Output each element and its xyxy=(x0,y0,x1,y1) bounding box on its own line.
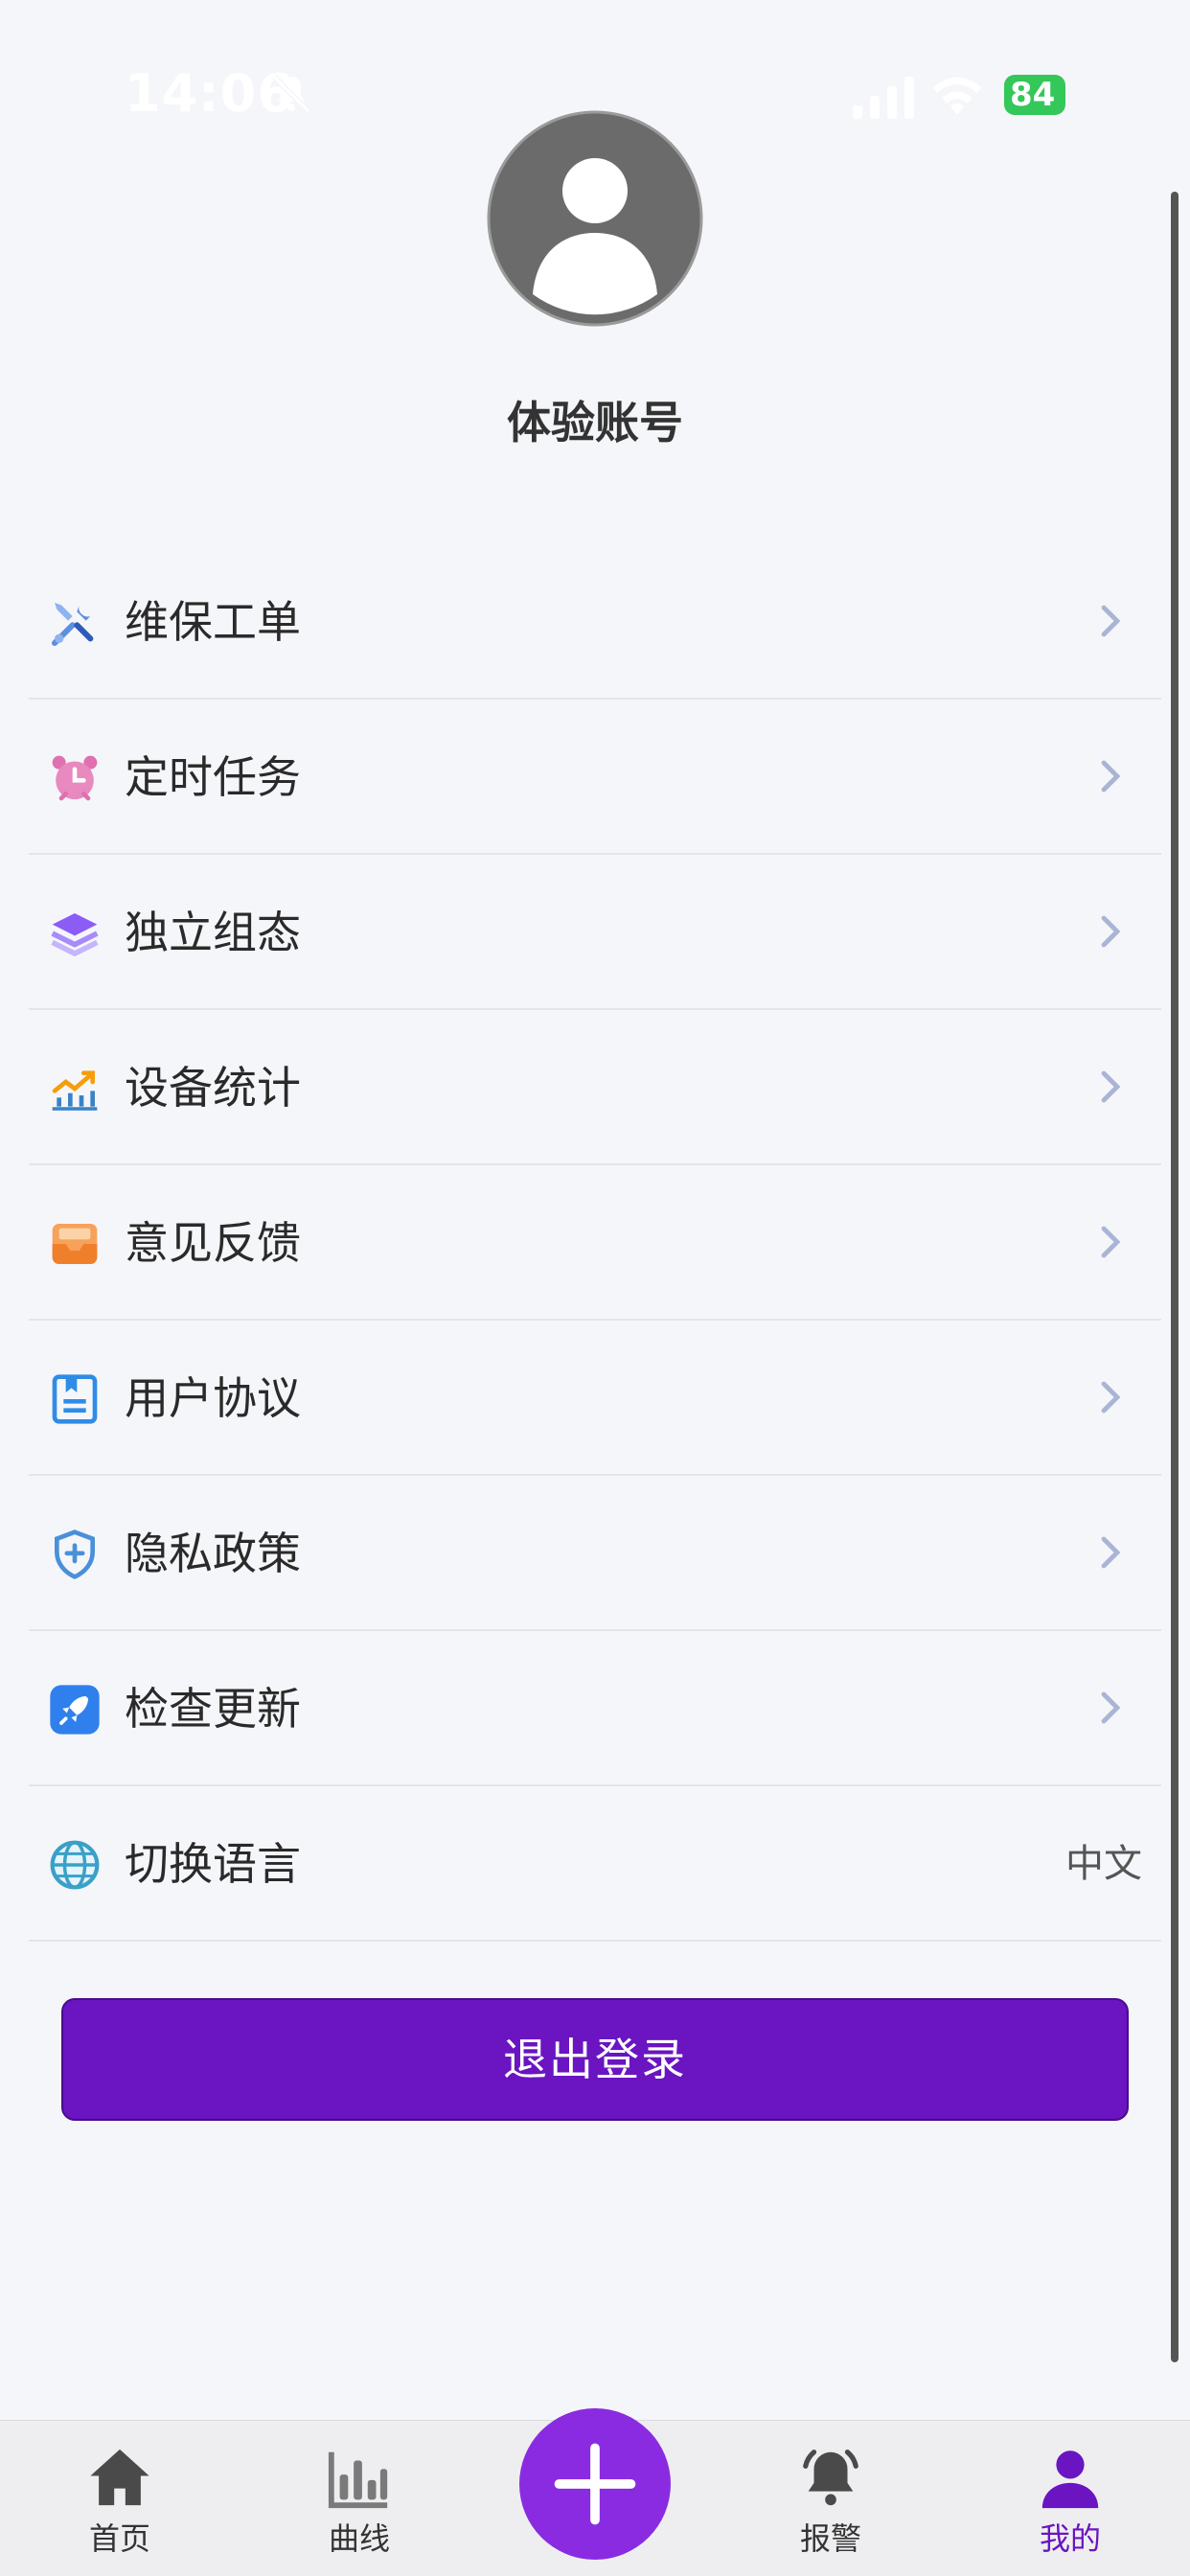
menu-item-label: 隐私政策 xyxy=(125,1528,301,1579)
menu-item-label: 独立组态 xyxy=(125,907,301,958)
menu-item-privacy-policy[interactable]: 隐私政策 xyxy=(29,1476,1161,1631)
current-language: 中文 xyxy=(1065,1842,1142,1886)
tab-alarm[interactable]: 报警 xyxy=(735,2421,927,2576)
globe-icon xyxy=(50,1840,100,1890)
menu-item-label: 定时任务 xyxy=(125,751,301,803)
bell-off-icon xyxy=(271,74,311,114)
tab-home[interactable]: 首页 xyxy=(24,2421,216,2576)
chevron-right-icon xyxy=(1101,1536,1121,1569)
chevron-right-icon xyxy=(1101,1691,1121,1724)
shield-icon xyxy=(55,1530,95,1579)
battery-indicator: 84 xyxy=(1004,75,1065,115)
tab-label: 我的 xyxy=(1039,2520,1101,2557)
menu-item-label: 用户协议 xyxy=(125,1372,301,1424)
logout-button[interactable]: 退出登录 xyxy=(61,1998,1129,2121)
layers-icon xyxy=(51,913,99,956)
profile-screen: 14:06 84 体验账号 维保工单 定时任务 独立组态 设备统计 意见反馈 用… xyxy=(0,0,1190,2576)
document-icon xyxy=(52,1374,98,1424)
alarm-clock-icon xyxy=(52,755,98,801)
chevron-right-icon xyxy=(1101,760,1121,793)
bell-icon xyxy=(803,2450,858,2506)
tab-label: 首页 xyxy=(88,2520,150,2557)
chart-trend-icon xyxy=(52,1070,98,1111)
menu-item-maintenance-orders[interactable]: 维保工单 xyxy=(29,544,1161,700)
menu-item-device-statistics[interactable]: 设备统计 xyxy=(29,1010,1161,1165)
menu-item-feedback[interactable]: 意见反馈 xyxy=(29,1165,1161,1321)
menu-item-label: 意见反馈 xyxy=(125,1217,301,1269)
chevron-right-icon xyxy=(1101,1381,1121,1414)
menu-item-label: 检查更新 xyxy=(125,1683,301,1735)
avatar[interactable] xyxy=(487,110,703,327)
signal-icon xyxy=(853,77,914,119)
menu-item-user-agreement[interactable]: 用户协议 xyxy=(29,1321,1161,1476)
home-icon xyxy=(90,2449,149,2506)
bar-chart-icon xyxy=(328,2451,388,2509)
chevron-right-icon xyxy=(1101,1226,1121,1258)
chevron-right-icon xyxy=(1101,915,1121,948)
account-name: 体验账号 xyxy=(507,397,683,448)
menu-item-check-update[interactable]: 检查更新 xyxy=(29,1631,1161,1786)
settings-menu: 维保工单 定时任务 独立组态 设备统计 意见反馈 用户协议 隐私政策 检查更新 … xyxy=(29,544,1161,1942)
menu-item-configuration[interactable]: 独立组态 xyxy=(29,855,1161,1010)
tab-label: 报警 xyxy=(799,2520,861,2557)
mail-inbox-icon xyxy=(52,1224,98,1264)
menu-item-label: 切换语言 xyxy=(125,1838,301,1890)
menu-item-label: 设备统计 xyxy=(125,1062,301,1114)
menu-item-switch-language[interactable]: 切换语言 中文 xyxy=(29,1786,1161,1942)
plus-icon xyxy=(554,2443,636,2525)
wrench-screwdriver-icon xyxy=(51,603,94,647)
rocket-icon xyxy=(50,1685,100,1735)
menu-item-label: 维保工单 xyxy=(125,596,301,648)
menu-item-scheduled-tasks[interactable]: 定时任务 xyxy=(29,700,1161,855)
user-icon xyxy=(1041,2450,1099,2509)
tab-mine[interactable]: 我的 xyxy=(974,2421,1166,2576)
tab-curve[interactable]: 曲线 xyxy=(263,2421,455,2576)
wifi-icon xyxy=(932,77,982,115)
chevron-right-icon xyxy=(1101,1070,1121,1103)
add-button[interactable] xyxy=(519,2408,671,2560)
chevron-right-icon xyxy=(1101,605,1121,637)
scrollbar[interactable] xyxy=(1171,192,1179,2362)
tab-label: 曲线 xyxy=(328,2520,390,2557)
